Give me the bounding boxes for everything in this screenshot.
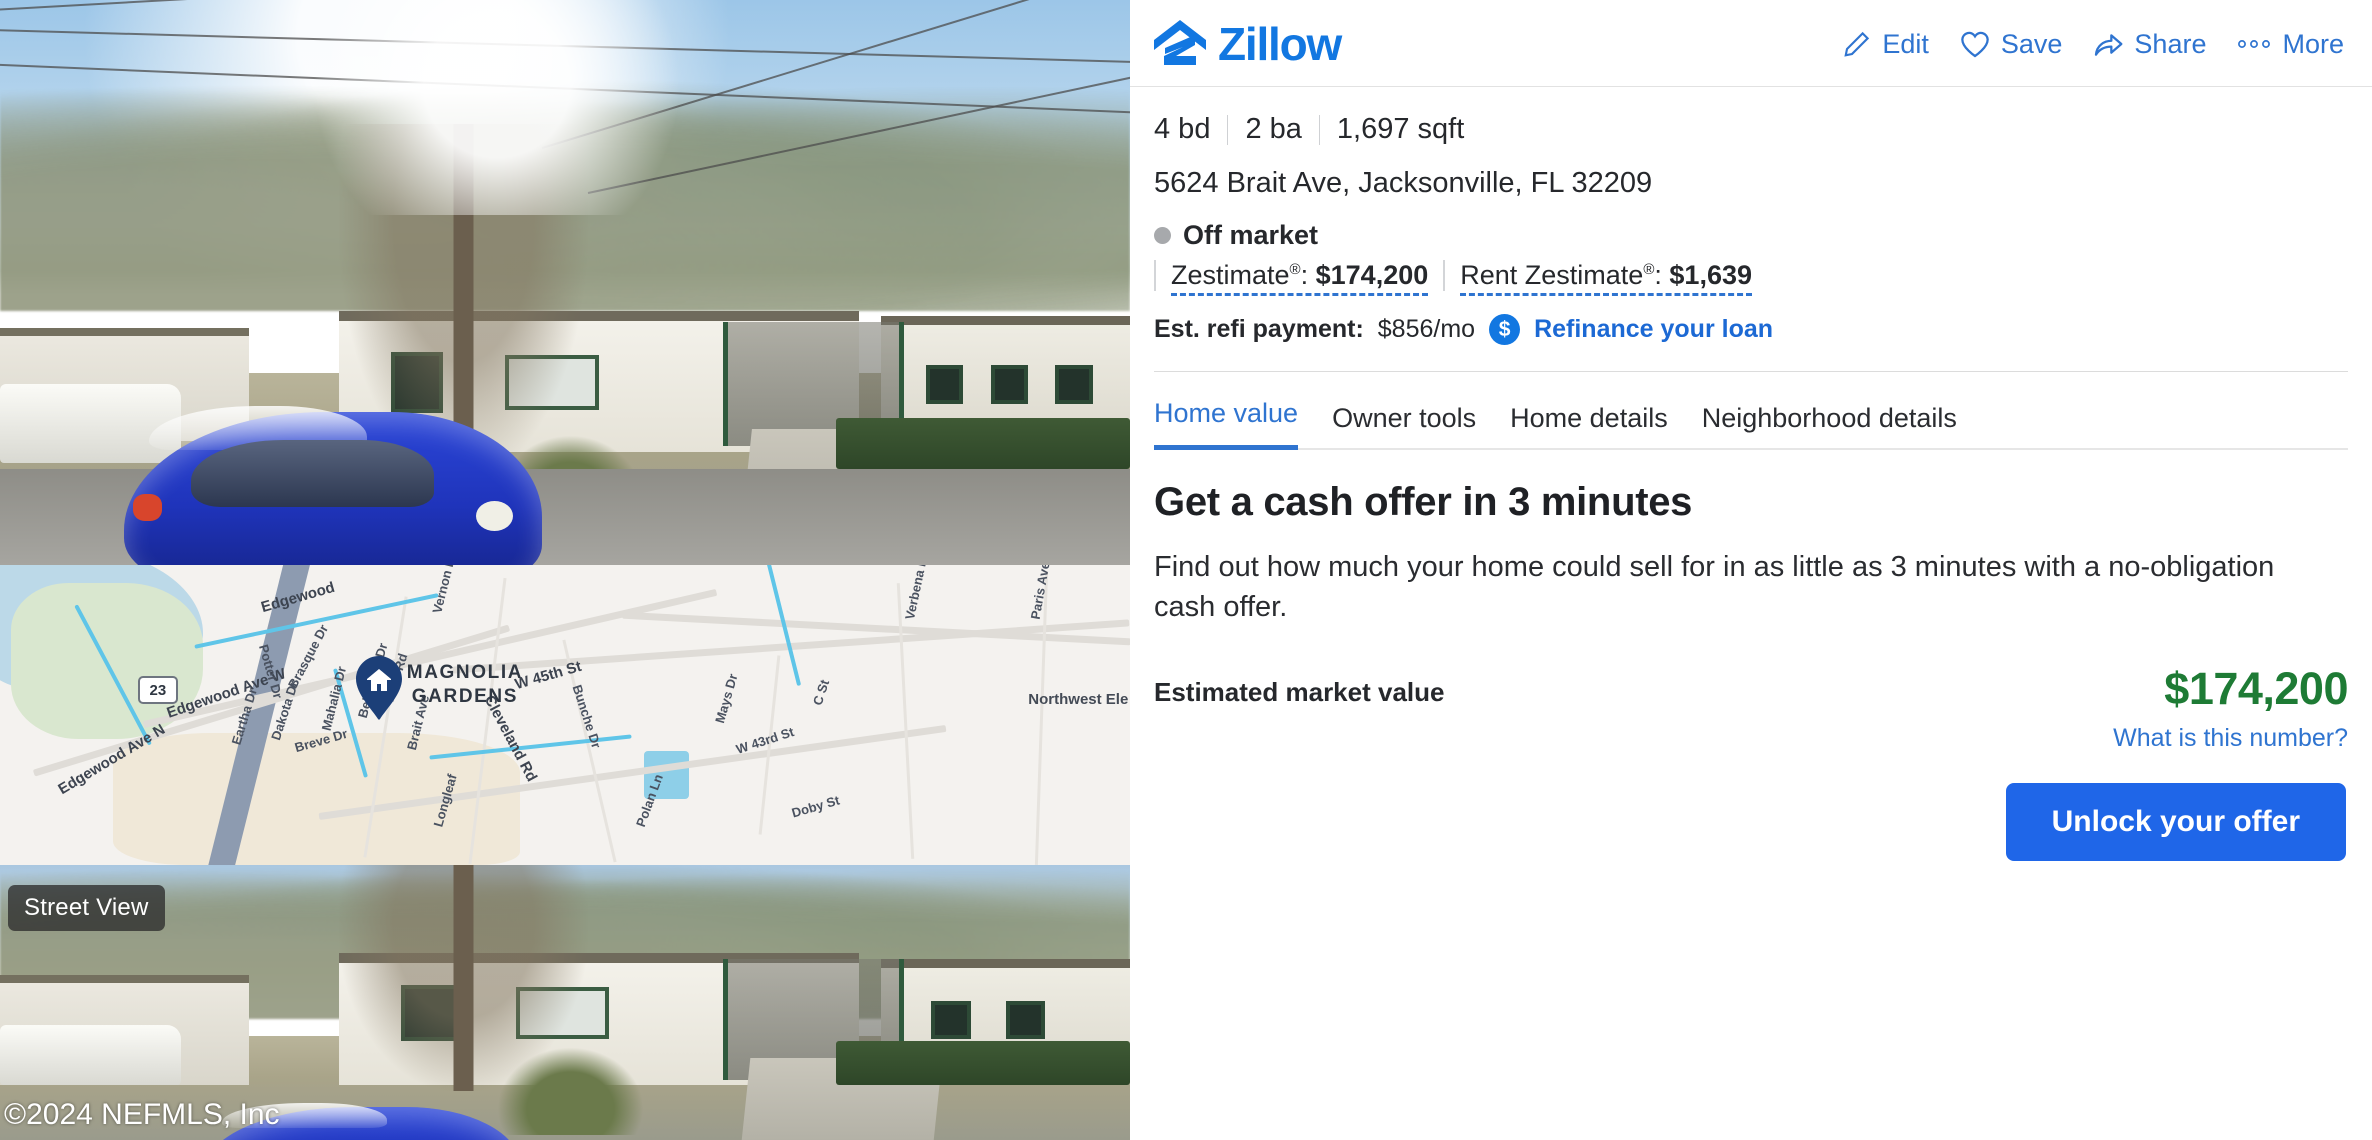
white-suv xyxy=(0,1024,181,1085)
detail-panel: Zillow Edit Save Share More 4 bd 2 ba 1,… xyxy=(1130,0,2372,1140)
car-taillight xyxy=(132,493,162,521)
emv-label: Estimated market value xyxy=(1154,677,1445,708)
emv-value-group: $174,200 What is this number? xyxy=(2113,663,2348,753)
map-street-label: Vernon Rd xyxy=(429,565,461,615)
share-label: Share xyxy=(2134,28,2207,59)
panel-header: Zillow Edit Save Share More xyxy=(1130,0,2372,74)
neighborhood-line-1: MAGNOLIA xyxy=(406,662,524,683)
refi-row: Est. refi payment: $856/mo $ Refinance y… xyxy=(1154,314,2348,345)
zillow-logo[interactable]: Zillow xyxy=(1152,17,1342,71)
window xyxy=(1055,364,1093,404)
registered-mark-icon: ® xyxy=(1289,261,1301,278)
zestimate[interactable]: Zestimate®: $174,200 xyxy=(1171,260,1429,296)
unlock-your-offer-button[interactable]: Unlock your offer xyxy=(2005,783,2346,862)
zestimate-row: Zestimate®: $174,200 Rent Zestimate®: $1… xyxy=(1154,260,2348,296)
property-facts: 4 bd 2 ba 1,697 sqft xyxy=(1154,113,2348,146)
zillow-property-page: 23 Edgewood Ave W Edgewood Ave N Edgewoo… xyxy=(0,0,2372,1140)
share-button[interactable]: Share xyxy=(2092,29,2206,60)
mls-copyright: ©2024 NEFMLS, Inc xyxy=(4,1098,280,1131)
beds-value: 4 bd xyxy=(1154,113,1211,145)
what-is-this-number-link[interactable]: What is this number? xyxy=(2113,724,2348,753)
property-address: 5624 Brait Ave, Jacksonville, FL 32209 xyxy=(1154,167,1653,199)
window xyxy=(926,364,964,404)
map-street-label: Paris Ave xyxy=(1028,565,1053,621)
registered-mark-icon: ® xyxy=(1643,261,1655,278)
window xyxy=(931,1001,971,1040)
blue-car xyxy=(124,405,543,565)
facts-divider xyxy=(1227,114,1229,145)
facts-divider xyxy=(1318,114,1320,145)
tab-bar: Home value Owner tools Home details Neig… xyxy=(1154,372,2348,450)
highway-shield: 23 xyxy=(137,676,178,704)
offer-heading: Get a cash offer in 3 minutes xyxy=(1154,480,1693,524)
edit-label: Edit xyxy=(1882,28,1929,59)
listing-status: Off market xyxy=(1154,220,2348,251)
tab-owner-tools[interactable]: Owner tools xyxy=(1332,403,1476,450)
offer-body: Find out how much your home could sell f… xyxy=(1154,551,2275,624)
cta-row: Unlock your offer xyxy=(1154,783,2348,862)
estimated-market-value-row: Estimated market value $174,200 What is … xyxy=(1154,663,2348,753)
location-map[interactable]: 23 Edgewood Ave W Edgewood Ave N Edgewoo… xyxy=(0,565,1130,865)
share-arrow-icon xyxy=(2095,34,2123,56)
street-view-photo[interactable] xyxy=(0,0,1130,565)
refi-label: Est. refi payment: xyxy=(1154,315,1364,343)
map-street-label: Verbena Rd xyxy=(902,565,932,622)
map-poi-label: Northwest Ele xyxy=(1028,691,1129,708)
zestimate-bar xyxy=(1443,260,1446,291)
map-street-label: C St xyxy=(809,677,833,708)
mls-photo[interactable]: Street View ©2024 NEFMLS, Inc xyxy=(0,865,1130,1140)
refi-value: $856/mo xyxy=(1377,315,1476,343)
hedge xyxy=(836,1041,1130,1085)
car-windows xyxy=(191,439,434,508)
status-label: Off market xyxy=(1183,220,1319,250)
tab-home-value[interactable]: Home value xyxy=(1154,398,1299,450)
header-actions: Edit Save Share More xyxy=(1842,29,2350,60)
pencil-icon xyxy=(1844,31,1870,57)
sqft-value: 1,697 sqft xyxy=(1336,113,1465,145)
baths-value: 2 ba xyxy=(1245,113,1302,145)
status-dot-icon xyxy=(1154,227,1171,244)
rent-zestimate-value: $1,639 xyxy=(1669,260,1752,290)
zestimate-label: Zestimate xyxy=(1171,260,1290,290)
tab-home-details[interactable]: Home details xyxy=(1510,403,1668,450)
heart-icon xyxy=(1961,31,1989,58)
map-street-label: Polan Ln xyxy=(632,772,666,829)
zillow-wordmark: Zillow xyxy=(1218,18,1342,70)
rent-zestimate-label: Rent Zestimate xyxy=(1460,260,1644,290)
white-suv xyxy=(0,384,181,464)
more-label: More xyxy=(2282,28,2344,59)
zestimate-bar xyxy=(1154,260,1156,291)
rent-zestimate[interactable]: Rent Zestimate®: $1,639 xyxy=(1460,260,1752,296)
save-button[interactable]: Save xyxy=(1959,28,2063,60)
dollar-circle-icon: $ xyxy=(1489,314,1521,345)
tab-neighborhood-details[interactable]: Neighborhood details xyxy=(1702,403,1957,450)
hedge xyxy=(836,418,1130,469)
car-headlight xyxy=(475,500,514,532)
neighborhood-line-2: GARDENS xyxy=(411,685,519,707)
window xyxy=(990,364,1029,404)
refinance-link[interactable]: Refinance your loan xyxy=(1534,315,1773,344)
home-pin-icon[interactable] xyxy=(353,655,405,721)
map-street-label: Mays Dr xyxy=(711,672,741,725)
neighborhood-label: MAGNOLIA GARDENS xyxy=(407,661,523,709)
more-dots-icon xyxy=(2238,40,2271,48)
panel-body: 4 bd 2 ba 1,697 sqft 5624 Brait Ave, Jac… xyxy=(1130,87,2372,862)
zestimate-value: $174,200 xyxy=(1315,260,1429,290)
save-label: Save xyxy=(2000,28,2063,59)
bare-tree xyxy=(339,865,588,1091)
map-road xyxy=(896,583,915,859)
media-column: 23 Edgewood Ave W Edgewood Ave N Edgewoo… xyxy=(0,0,1130,1140)
map-street-label: Doby St xyxy=(789,792,842,821)
street-view-badge[interactable]: Street View xyxy=(8,885,165,931)
window xyxy=(1005,1001,1046,1040)
edit-button[interactable]: Edit xyxy=(1842,29,1929,60)
more-button[interactable]: More xyxy=(2236,29,2344,60)
zillow-house-icon xyxy=(1154,20,1206,65)
emv-value: $174,200 xyxy=(2164,663,2348,715)
